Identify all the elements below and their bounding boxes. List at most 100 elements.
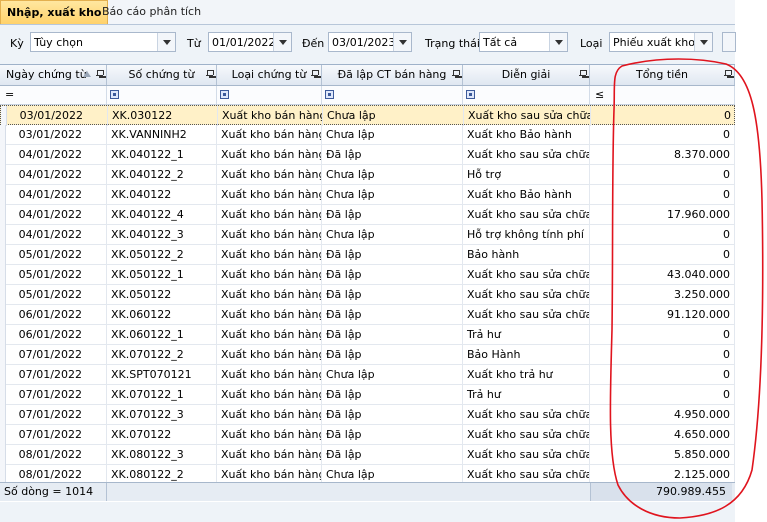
cell-loai-chung-tu[interactable]: Xuất kho bán hàng: [217, 125, 322, 145]
cell-da-lap-ct[interactable]: Đã lập: [322, 145, 463, 165]
cell-loai-chung-tu[interactable]: Xuất kho bán hàng: [217, 305, 322, 325]
cell-da-lap-ct[interactable]: Đã lập: [322, 385, 463, 405]
table-row[interactable]: 06/01/2022 XK.060122 Xuất kho bán hàng Đã l…: [0, 305, 735, 325]
cell-da-lap-ct[interactable]: Chưa lập: [322, 165, 463, 185]
cell-tong-tien[interactable]: 0: [590, 365, 735, 385]
cell-loai-chung-tu[interactable]: Xuất kho bán hàng: [217, 265, 322, 285]
filter-cell[interactable]: [107, 86, 217, 104]
den-date-input[interactable]: 03/01/2023: [328, 32, 412, 52]
pin-icon[interactable]: [579, 70, 587, 79]
cell-da-lap-ct[interactable]: Đã lập: [322, 305, 463, 325]
cell-so-chung-tu[interactable]: XK.040122_4: [107, 205, 217, 225]
cell-ngay-chung-tu[interactable]: 04/01/2022: [0, 165, 107, 185]
table-row[interactable]: 07/01/2022 XK.070122_1 Xuất kho bán hàng Đã…: [0, 385, 735, 405]
cell-ngay-chung-tu[interactable]: 03/01/2022: [1, 106, 108, 126]
cell-dien-giai[interactable]: Trả hư: [463, 385, 590, 405]
cell-da-lap-ct[interactable]: Đã lập: [322, 205, 463, 225]
table-row[interactable]: 07/01/2022 XK.SPT070121 Xuất kho bán hàng C…: [0, 365, 735, 385]
cell-ngay-chung-tu[interactable]: 08/01/2022: [0, 445, 107, 465]
tab-bao-cao-phan-tich[interactable]: Báo cáo phân tích: [96, 0, 207, 24]
cell-dien-giai[interactable]: Xuất kho sau sửa chữa: [463, 405, 590, 425]
filter-cell[interactable]: ≤: [590, 86, 735, 104]
cell-dien-giai[interactable]: Xuất kho sau sửa chữa: [463, 445, 590, 465]
cell-dien-giai[interactable]: Xuất kho Bảo hành: [463, 185, 590, 205]
cell-loai-chung-tu[interactable]: Xuất kho bán hàng: [217, 245, 322, 265]
cell-ngay-chung-tu[interactable]: 07/01/2022: [0, 425, 107, 445]
cell-da-lap-ct[interactable]: Đã lập: [322, 325, 463, 345]
cell-so-chung-tu[interactable]: XK.050122: [107, 285, 217, 305]
pin-icon[interactable]: [206, 70, 214, 79]
chevron-down-icon[interactable]: [393, 33, 411, 51]
table-row[interactable]: 04/01/2022 XK.040122_3 Xuất kho bán hàng Ch…: [0, 225, 735, 245]
cell-dien-giai[interactable]: Hỗ trợ: [463, 165, 590, 185]
cell-tong-tien[interactable]: 4.950.000: [590, 405, 735, 425]
cell-loai-chung-tu[interactable]: Xuất kho bán hàng: [217, 145, 322, 165]
loai-select[interactable]: Phiếu xuất kho: [609, 32, 713, 52]
col-header-so-chung-tu[interactable]: Số chứng từ: [107, 65, 217, 85]
ky-select[interactable]: Tùy chọn: [30, 32, 176, 52]
cell-da-lap-ct[interactable]: Đã lập: [322, 425, 463, 445]
cell-da-lap-ct[interactable]: Chưa lập: [322, 125, 463, 145]
cell-loai-chung-tu[interactable]: Xuất kho bán hàng: [217, 205, 322, 225]
cell-so-chung-tu[interactable]: XK.VANNINH2: [107, 125, 217, 145]
cell-dien-giai[interactable]: Xuất kho sau sửa chữa: [463, 145, 590, 165]
cell-ngay-chung-tu[interactable]: 05/01/2022: [0, 265, 107, 285]
cell-so-chung-tu[interactable]: XK.070122_1: [107, 385, 217, 405]
cell-tong-tien[interactable]: 0: [590, 125, 735, 145]
cell-tong-tien[interactable]: 0: [590, 245, 735, 265]
more-button[interactable]: [722, 32, 736, 52]
cell-da-lap-ct[interactable]: Đã lập: [322, 445, 463, 465]
table-row[interactable]: 04/01/2022 XK.040122 Xuất kho bán hàng Chưa…: [0, 185, 735, 205]
chevron-down-icon[interactable]: [273, 33, 291, 51]
cell-tong-tien[interactable]: 0: [590, 185, 735, 205]
table-row[interactable]: 05/01/2022 XK.050122 Xuất kho bán hàng Đã l…: [0, 285, 735, 305]
col-header-loai-chung-tu[interactable]: Loại chứng từ: [217, 65, 322, 85]
table-row[interactable]: 04/01/2022 XK.040122_1 Xuất kho bán hàng Đã…: [0, 145, 735, 165]
filter-cell[interactable]: [322, 86, 463, 104]
cell-loai-chung-tu[interactable]: Xuất kho bán hàng: [217, 225, 322, 245]
col-header-da-lap-ct[interactable]: Đã lập CT bán hàng: [322, 65, 463, 85]
table-row[interactable]: 05/01/2022 XK.050122_1 Xuất kho bán hàng Đã…: [0, 265, 735, 285]
cell-so-chung-tu[interactable]: XK.050122_2: [107, 245, 217, 265]
cell-dien-giai[interactable]: Trả hư: [463, 325, 590, 345]
pin-icon[interactable]: [724, 70, 732, 79]
cell-dien-giai[interactable]: Xuất kho sau sửa chữa: [463, 305, 590, 325]
cell-tong-tien[interactable]: 0: [590, 165, 735, 185]
cell-ngay-chung-tu[interactable]: 04/01/2022: [0, 205, 107, 225]
cell-ngay-chung-tu[interactable]: 06/01/2022: [0, 305, 107, 325]
cell-ngay-chung-tu[interactable]: 07/01/2022: [0, 405, 107, 425]
cell-tong-tien[interactable]: 4.650.000: [590, 425, 735, 445]
cell-tong-tien[interactable]: 0: [590, 225, 735, 245]
filter-condition-icon[interactable]: [110, 90, 119, 99]
cell-da-lap-ct[interactable]: Đã lập: [322, 265, 463, 285]
table-row[interactable]: 07/01/2022 XK.070122 Xuất kho bán hàng Đã l…: [0, 425, 735, 445]
cell-ngay-chung-tu[interactable]: 06/01/2022: [0, 325, 107, 345]
col-header-dien-giai[interactable]: Diễn giải: [463, 65, 590, 85]
col-header-tong-tien[interactable]: Tổng tiền: [590, 65, 735, 85]
cell-so-chung-tu[interactable]: XK.040122: [107, 185, 217, 205]
cell-loai-chung-tu[interactable]: Xuất kho bán hàng: [217, 345, 322, 365]
cell-tong-tien[interactable]: 3.250.000: [590, 285, 735, 305]
cell-ngay-chung-tu[interactable]: 04/01/2022: [0, 145, 107, 165]
cell-so-chung-tu[interactable]: XK.050122_1: [107, 265, 217, 285]
col-header-ngay-chung-tu[interactable]: Ngày chứng từ: [0, 65, 107, 85]
cell-loai-chung-tu[interactable]: Xuất kho bán hàng: [217, 285, 322, 305]
cell-tong-tien[interactable]: 17.960.000: [590, 205, 735, 225]
chevron-down-icon[interactable]: [157, 33, 175, 51]
table-row[interactable]: 03/01/2022 XK.030122 Xuất kho bán hàng Chưa…: [0, 105, 735, 126]
cell-ngay-chung-tu[interactable]: 05/01/2022: [0, 285, 107, 305]
cell-ngay-chung-tu[interactable]: 04/01/2022: [0, 185, 107, 205]
chevron-down-icon[interactable]: [549, 33, 567, 51]
cell-ngay-chung-tu[interactable]: 07/01/2022: [0, 345, 107, 365]
cell-dien-giai[interactable]: Xuất kho sau sửa chữa: [463, 265, 590, 285]
cell-loai-chung-tu[interactable]: Xuất kho bán hàng: [217, 425, 322, 445]
filter-cell[interactable]: [463, 86, 590, 104]
cell-da-lap-ct[interactable]: Đã lập: [322, 245, 463, 265]
table-row[interactable]: 04/01/2022 XK.040122_4 Xuất kho bán hàng Đã…: [0, 205, 735, 225]
cell-tong-tien[interactable]: 43.040.000: [590, 265, 735, 285]
trangthai-select[interactable]: Tất cả: [479, 32, 568, 52]
cell-so-chung-tu[interactable]: XK.SPT070121: [107, 365, 217, 385]
tu-date-input[interactable]: 01/01/2022: [208, 32, 292, 52]
cell-ngay-chung-tu[interactable]: 07/01/2022: [0, 385, 107, 405]
cell-loai-chung-tu[interactable]: Xuất kho bán hàng: [217, 385, 322, 405]
